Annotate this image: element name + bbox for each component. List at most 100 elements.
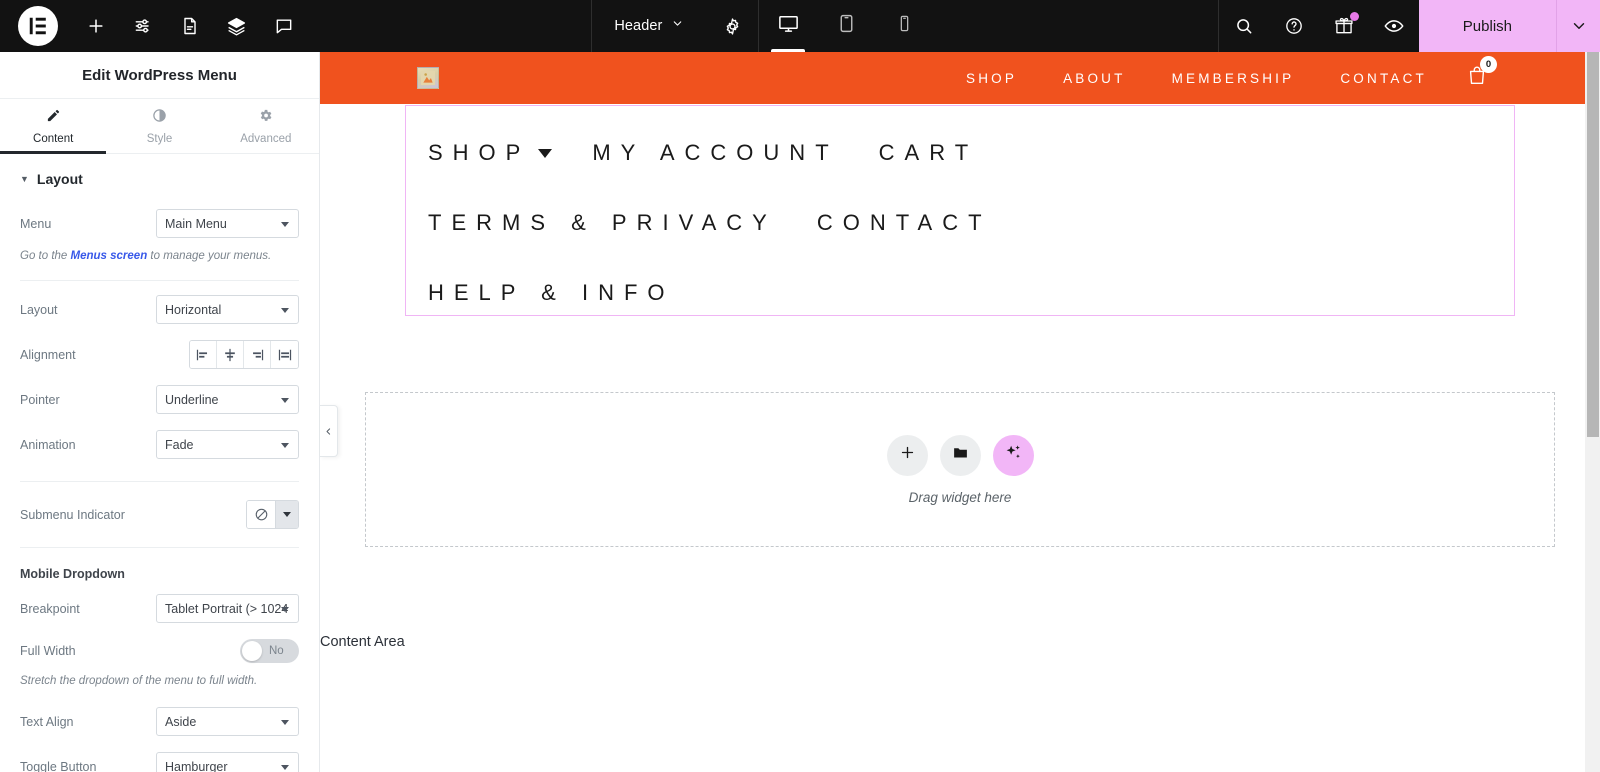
search-icon[interactable] — [1219, 0, 1269, 52]
elementor-logo-icon[interactable] — [18, 6, 58, 46]
cart-button[interactable]: 0 — [1466, 55, 1497, 92]
site-nav-item-contact[interactable]: CONTACT — [1317, 71, 1450, 86]
tab-advanced[interactable]: Advanced — [213, 99, 319, 153]
page-title: Edit WordPress Menu — [82, 66, 237, 84]
mobile-dropdown-heading: Mobile Dropdown — [20, 567, 125, 582]
menu-item-contact[interactable]: CONTACT — [817, 210, 992, 236]
panel-collapse-handle[interactable] — [320, 405, 338, 457]
content-area-label: Content Area — [320, 634, 405, 650]
folder-icon — [952, 444, 969, 466]
pointer-select-value: Underline — [165, 392, 219, 407]
canvas-scrollbar-thumb[interactable] — [1587, 52, 1599, 437]
align-justify-icon[interactable] — [271, 341, 298, 369]
dropzone-label: Drag widget here — [908, 489, 1012, 505]
selected-menu-widget[interactable]: SHOP MY ACCOUNT CART TERMS & PRIVACY CON… — [405, 105, 1515, 316]
align-right-icon[interactable] — [244, 341, 271, 369]
sparkles-icon — [1004, 443, 1023, 467]
site-settings-icon[interactable] — [119, 0, 166, 52]
panel-controls-scroll[interactable]: ▼ Layout Menu Main Menu Go to the Menus … — [0, 154, 319, 772]
menu-row: HELP & INFO — [428, 258, 1514, 328]
text-align-select[interactable]: Aside — [156, 707, 299, 737]
device-mobile-button[interactable] — [875, 0, 933, 52]
ai-builder-button[interactable] — [992, 434, 1034, 476]
tab-content[interactable]: Content — [0, 99, 107, 154]
menu-item-shop[interactable]: SHOP — [428, 140, 553, 166]
animation-select[interactable]: Fade — [156, 430, 299, 460]
breakpoint-select[interactable]: Tablet Portrait (> 1024 — [156, 594, 299, 624]
menu-item-terms-privacy[interactable]: TERMS & PRIVACY — [428, 210, 777, 236]
control-menu-label: Menu — [20, 216, 52, 231]
tab-style[interactable]: Style — [106, 99, 212, 153]
no-entry-icon[interactable] — [247, 501, 275, 529]
menu-item-help-info[interactable]: HELP & INFO — [428, 280, 675, 306]
divider — [20, 481, 299, 483]
control-text-align-label: Text Align — [20, 714, 74, 729]
align-left-icon[interactable] — [190, 341, 217, 369]
add-widget-button[interactable] — [886, 434, 928, 476]
publish-button[interactable]: Publish — [1418, 0, 1556, 52]
breakpoint-select-value: Tablet Portrait (> 1024 — [165, 601, 289, 616]
full-width-toggle[interactable]: No — [240, 639, 299, 664]
device-tablet-button[interactable] — [817, 0, 875, 52]
caret-down-icon: ▼ — [20, 173, 29, 184]
help-icon[interactable] — [1269, 0, 1319, 52]
site-header-bar: SHOP ABOUT MEMBERSHIP CONTACT 0 — [320, 52, 1600, 104]
elementor-editor: Header Publish Edit WordPress Menu Conte… — [0, 0, 1600, 772]
pointer-select[interactable]: Underline — [156, 385, 299, 415]
toggle-button-select[interactable]: Hamburger — [156, 752, 299, 772]
mobile-dropdown-heading-row: Mobile Dropdown — [0, 556, 319, 586]
plus-icon — [899, 444, 916, 466]
control-pointer-label: Pointer — [20, 392, 60, 407]
preview-eye-icon[interactable] — [1369, 0, 1419, 52]
editor-settings-panel: Edit WordPress Menu Content Style Advanc… — [0, 52, 320, 772]
divider — [20, 547, 299, 549]
publish-control-group: Publish — [1418, 0, 1600, 52]
comments-icon[interactable] — [260, 0, 307, 52]
section-layout-header[interactable]: ▼ Layout — [0, 154, 319, 201]
site-nav-item-membership[interactable]: MEMBERSHIP — [1149, 71, 1318, 86]
menu-select-value: Main Menu — [165, 216, 227, 231]
tab-style-label: Style — [146, 132, 173, 145]
divider — [20, 280, 299, 282]
control-alignment: Alignment — [0, 332, 319, 377]
site-nav-item-about[interactable]: ABOUT — [1040, 71, 1149, 86]
document-settings-gear-icon[interactable] — [706, 0, 758, 52]
menu-item-my-account[interactable]: MY ACCOUNT — [592, 140, 838, 166]
dropzone-buttons — [886, 434, 1034, 476]
control-full-width-label: Full Width — [20, 644, 76, 659]
add-element-icon[interactable] — [72, 0, 119, 52]
document-name-dropdown[interactable]: Header — [592, 0, 706, 52]
submenu-indicator-control — [246, 500, 299, 530]
control-pointer: Pointer Underline — [0, 377, 319, 422]
menus-screen-link[interactable]: Menus screen — [71, 250, 148, 262]
full-width-toggle-value: No — [269, 645, 284, 658]
control-toggle-button-label: Toggle Button — [20, 759, 97, 772]
device-desktop-button[interactable] — [759, 0, 817, 52]
control-full-width-description: Stretch the dropdown of the menu to full… — [20, 675, 258, 688]
text-align-select-value: Aside — [165, 714, 197, 729]
structure-layers-icon[interactable] — [213, 0, 260, 52]
shopping-bag-icon — [1466, 66, 1488, 91]
page-settings-icon[interactable] — [166, 0, 213, 52]
submenu-indicator-chevron-down-icon[interactable] — [275, 501, 298, 529]
top-bar-right-icons — [1219, 0, 1419, 52]
add-template-button[interactable] — [939, 434, 981, 476]
control-menu-description: Go to the Menus screen to manage your me… — [0, 246, 319, 274]
canvas-scrollbar[interactable] — [1585, 52, 1600, 772]
top-bar-center: Header — [592, 0, 758, 52]
menu-row: TERMS & PRIVACY CONTACT — [428, 188, 1514, 258]
gift-icon[interactable] — [1319, 0, 1369, 52]
widget-dropzone[interactable]: Drag widget here — [365, 392, 1555, 547]
mobile-icon — [895, 14, 914, 38]
align-center-icon[interactable] — [217, 341, 244, 369]
site-nav-item-shop[interactable]: SHOP — [943, 71, 1040, 86]
site-logo-image[interactable] — [417, 67, 439, 89]
menu-select[interactable]: Main Menu — [156, 209, 299, 238]
menu-item-cart[interactable]: CART — [879, 140, 979, 166]
publish-options-chevron-down-icon[interactable] — [1556, 0, 1600, 52]
layout-select[interactable]: Horizontal — [156, 295, 299, 325]
tab-content-label: Content — [33, 132, 74, 145]
panel-tabs: Content Style Advanced — [0, 99, 319, 154]
desktop-icon — [777, 12, 800, 40]
gear-icon — [258, 108, 273, 128]
